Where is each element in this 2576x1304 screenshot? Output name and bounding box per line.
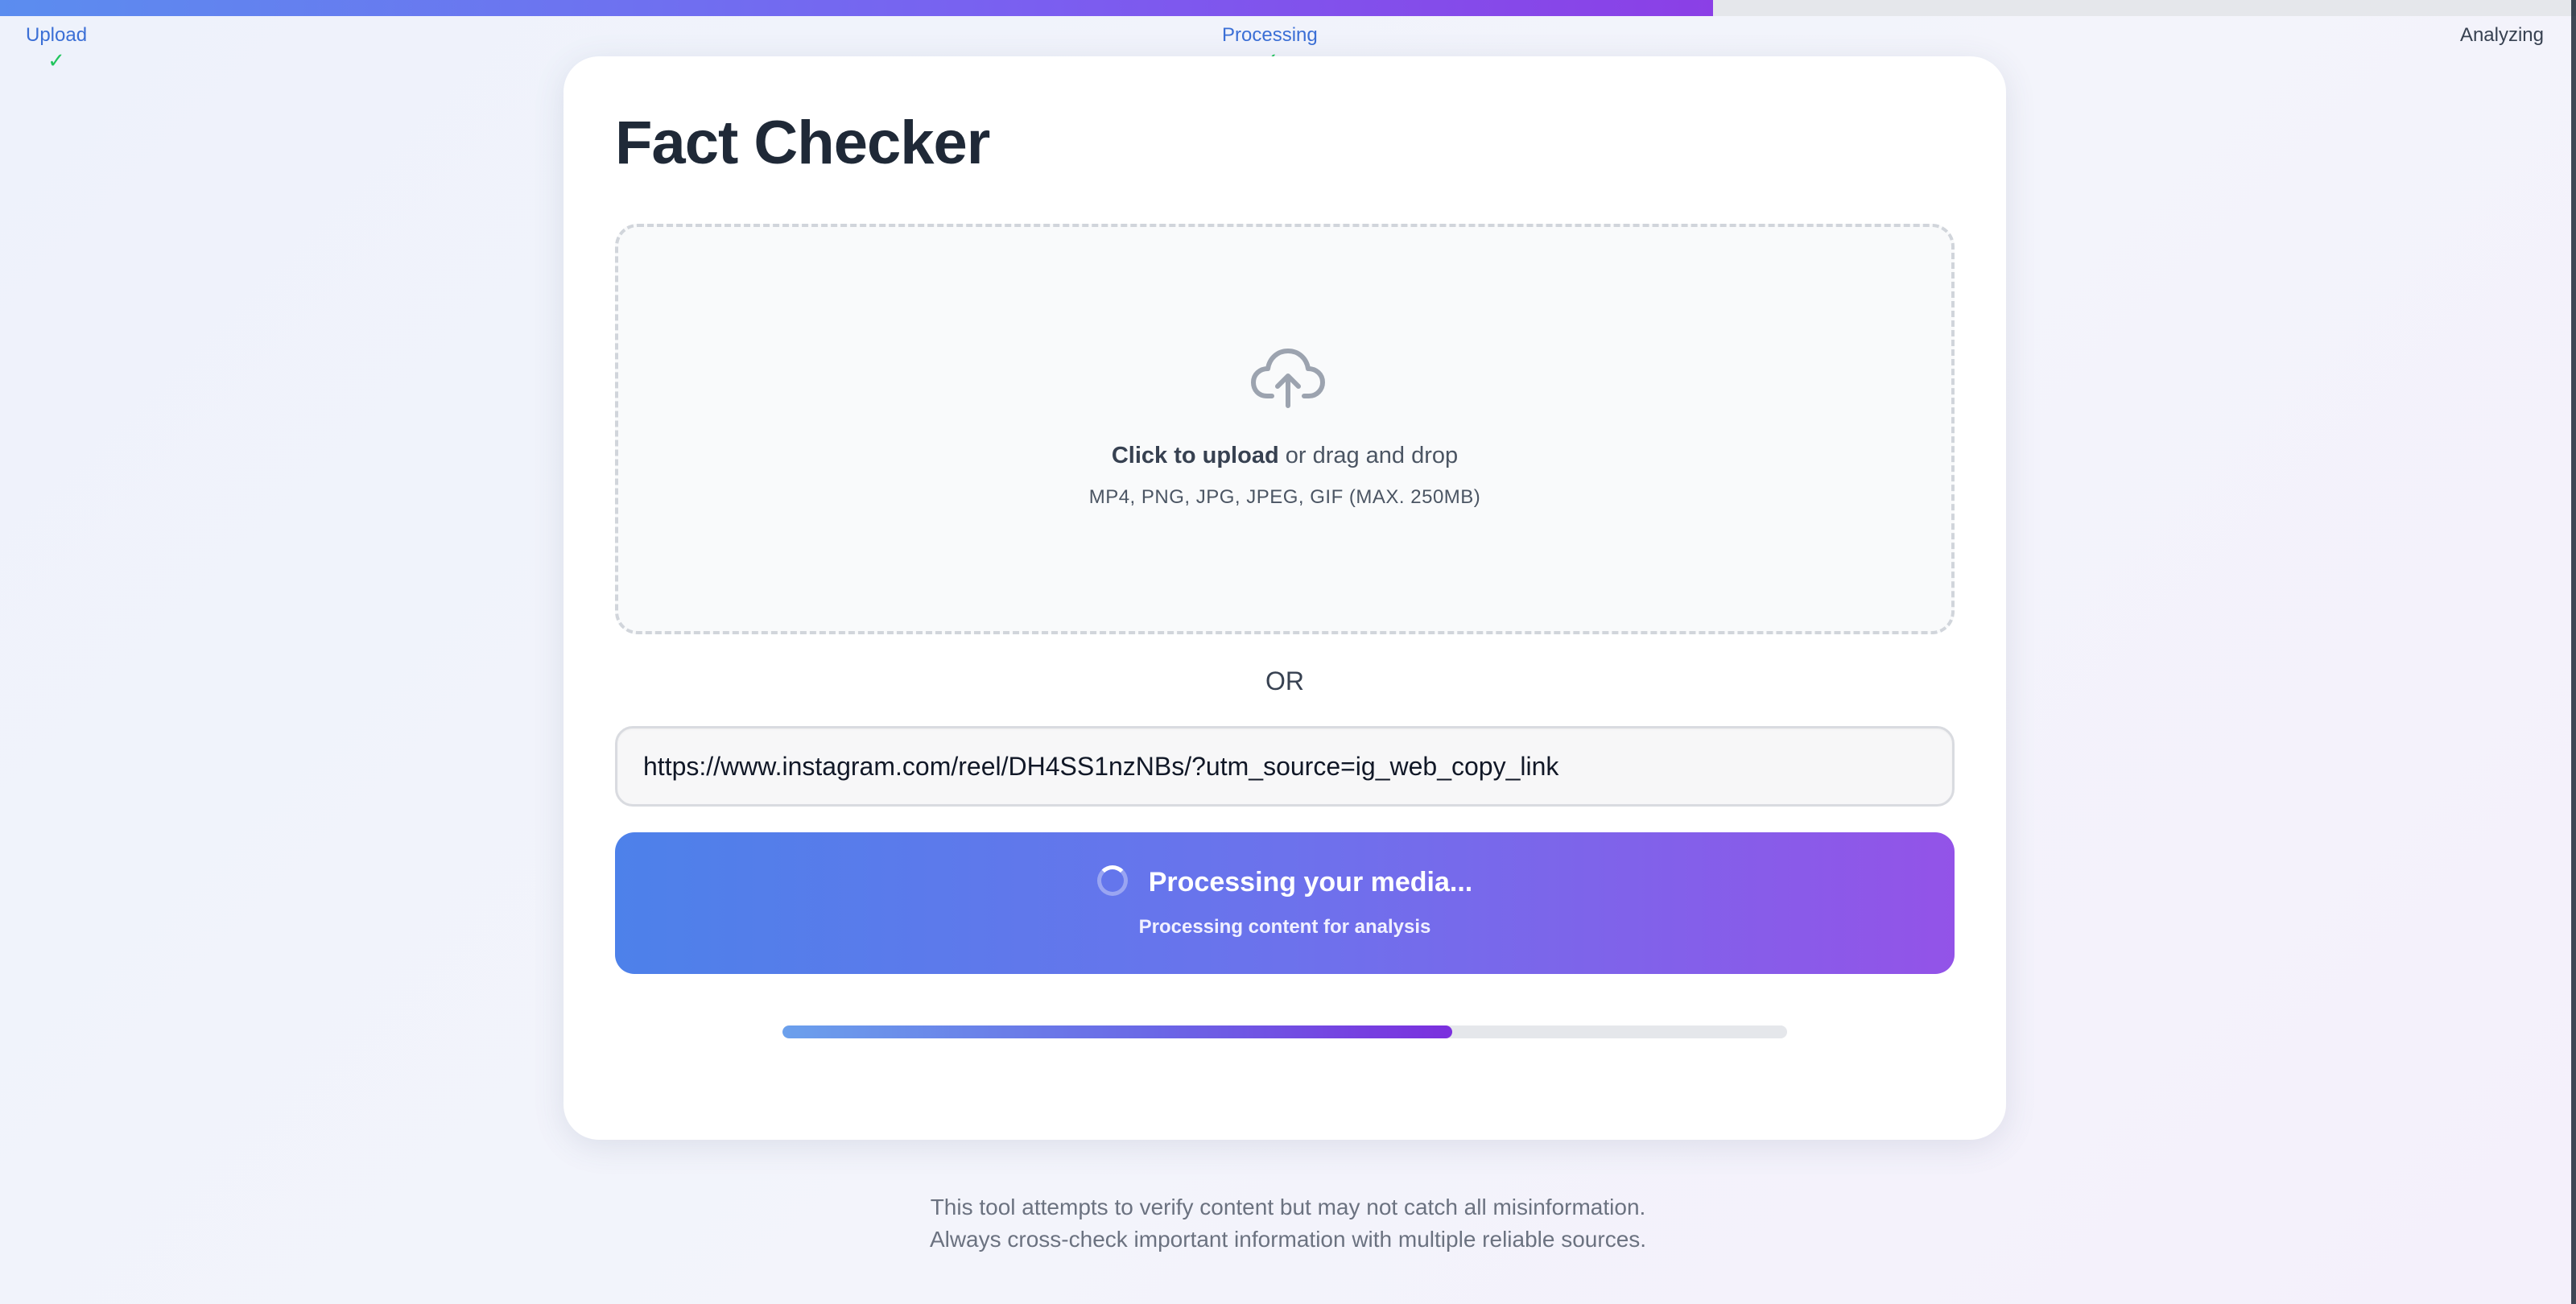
step-upload-label: Upload bbox=[26, 24, 88, 46]
or-divider: OR bbox=[1265, 666, 1304, 695]
upload-dropzone[interactable]: Click to upload or drag and drop MP4, PN… bbox=[615, 224, 1955, 634]
top-progress-fill bbox=[0, 0, 1713, 16]
processing-progress-fill bbox=[782, 1025, 1453, 1038]
processing-label: Processing your media... bbox=[1148, 867, 1473, 898]
step-analyzing: Analyzing bbox=[2460, 24, 2544, 47]
processing-status: Processing your media... bbox=[615, 865, 1955, 899]
disclaimer-line-2: Always cross-check important information… bbox=[929, 1227, 1647, 1252]
processing-button[interactable]: Processing your media... Processing cont… bbox=[615, 832, 1955, 974]
step-analyzing-label: Analyzing bbox=[2459, 24, 2544, 46]
step-processing-label: Processing bbox=[1222, 24, 1318, 46]
processing-progress-track bbox=[782, 1025, 1787, 1038]
disclaimer: This tool attempts to verify content but… bbox=[0, 1191, 2576, 1256]
window-edge bbox=[2571, 0, 2576, 1304]
click-to-upload-link[interactable]: Click to upload bbox=[1112, 443, 1279, 468]
url-input[interactable] bbox=[615, 726, 1955, 807]
page-title: Fact Checker bbox=[615, 109, 990, 177]
spinner-icon bbox=[1096, 865, 1128, 897]
checkmark-icon: ✓ bbox=[47, 48, 65, 72]
allowed-formats: MP4, PNG, JPG, JPEG, GIF (MAX. 250MB) bbox=[1088, 486, 1481, 508]
upload-instructions: Click to upload or drag and drop bbox=[618, 443, 1951, 469]
disclaimer-line-1: This tool attempts to verify content but… bbox=[930, 1195, 1646, 1219]
top-progress-track bbox=[0, 0, 2576, 16]
cloud-upload-icon bbox=[1251, 349, 1325, 408]
processing-sublabel: Processing content for analysis bbox=[1138, 916, 1431, 938]
step-upload: Upload ✓ bbox=[26, 24, 87, 71]
fact-checker-card: Fact Checker Click to upload or drag and… bbox=[564, 56, 2006, 1140]
drag-drop-text: or drag and drop bbox=[1278, 443, 1459, 468]
